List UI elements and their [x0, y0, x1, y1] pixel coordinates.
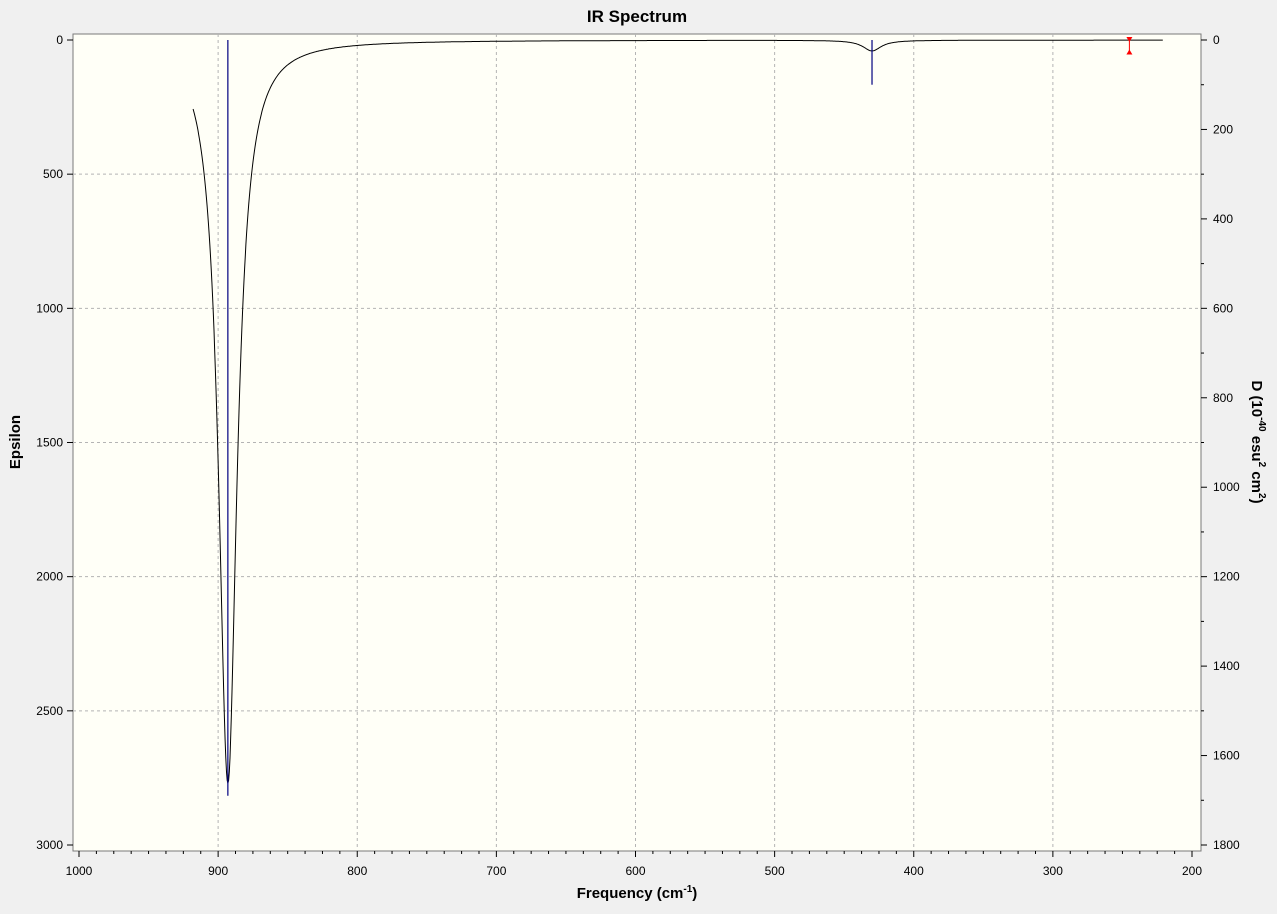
x-tick-label: 500 — [765, 864, 785, 878]
x-tick-label: 600 — [625, 864, 645, 878]
y-right-tick-label: 800 — [1213, 391, 1233, 405]
y-right-tick-label: 1400 — [1213, 659, 1240, 673]
y-left-tick-label: 1500 — [36, 436, 63, 450]
y-right-tick-label: 1600 — [1213, 749, 1240, 763]
y-left-tick-label: 3000 — [36, 838, 63, 852]
y-right-tick-label: 1800 — [1213, 838, 1240, 852]
x-tick-label: 200 — [1182, 864, 1202, 878]
x-tick-label: 800 — [347, 864, 367, 878]
ir-spectrum-chart: 1000 900 800 700 600 500 400 300 200050010001500… — [7, 7, 1267, 902]
y-left-tick-label: 2000 — [36, 570, 63, 584]
y-right-axis-title: D (10-40 esu2 cm2) — [1248, 380, 1267, 503]
chart-title: IR Spectrum — [587, 7, 687, 26]
x-axis-title: Frequency (cm-1) — [577, 884, 698, 902]
y-right-tick-label: 1200 — [1213, 570, 1240, 584]
y-right-tick-label: 400 — [1213, 212, 1233, 226]
y-right-tick-label: 1000 — [1213, 480, 1240, 494]
chart-container: 1000 900 800 700 600 500 400 300 200 0 500 1000 1500… — [0, 0, 1277, 909]
y-left-tick-label: 0 — [56, 33, 63, 47]
x-tick-label: 700 — [486, 864, 506, 878]
y-right-tick-label: 0 — [1213, 33, 1220, 47]
y-left-tick-label: 500 — [43, 167, 63, 181]
y-right-tick-label: 600 — [1213, 301, 1233, 315]
y-left-axis-title: Epsilon — [7, 415, 24, 469]
x-tick-label: 300 — [1043, 864, 1063, 878]
y-left-tick-label: 1000 — [36, 301, 63, 315]
x-tick-label: 900 — [208, 864, 228, 878]
x-tick-label: 400 — [904, 864, 924, 878]
y-left-tick-label: 2500 — [36, 704, 63, 718]
y-right-tick-label: 200 — [1213, 122, 1233, 136]
x-tick-label: 1000 — [66, 864, 93, 878]
